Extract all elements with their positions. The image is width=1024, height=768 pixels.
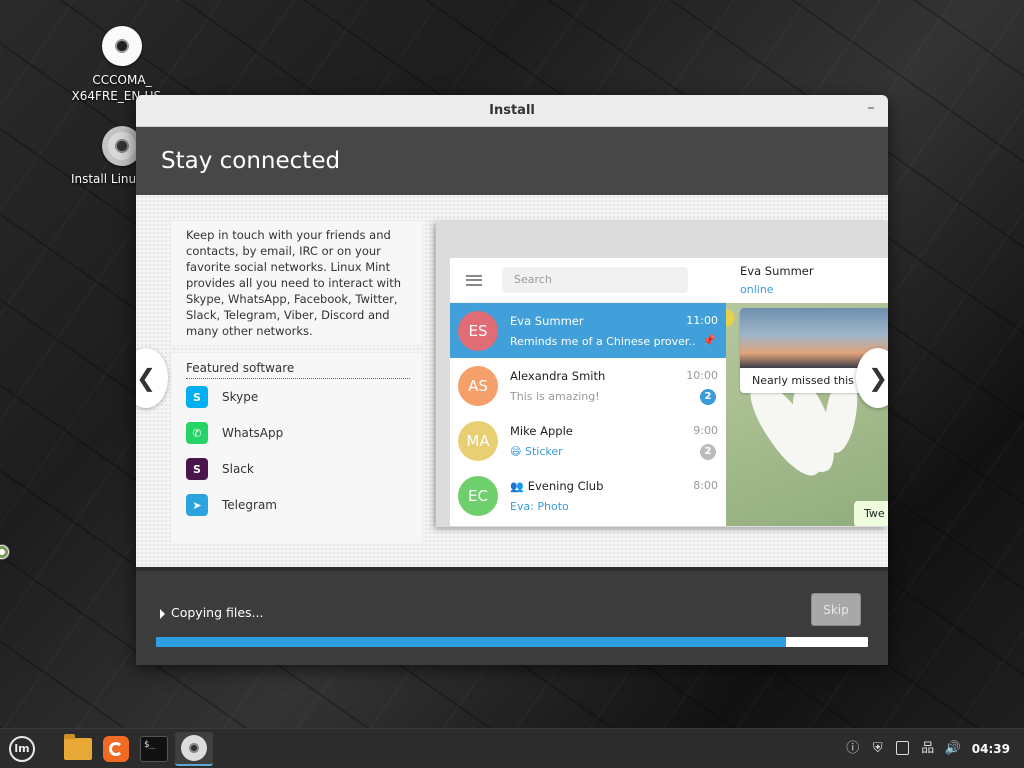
chat-time: 8:00 (693, 479, 718, 492)
progress-bar (156, 637, 868, 647)
avatar: EC (458, 475, 498, 516)
files-launcher[interactable] (61, 732, 95, 766)
unread-badge: 2 (700, 444, 716, 460)
avatar: AS (458, 365, 498, 406)
info-icon[interactable]: ⓘ (845, 741, 861, 757)
featured-software: Featured software S Skype ✆ WhatsApp S S… (172, 353, 422, 543)
slack-icon: S (186, 458, 208, 480)
chat-name: Eva Summer (510, 314, 584, 328)
minimize-button[interactable]: – (864, 101, 878, 115)
desktop-icon-cccoma[interactable]: CCCOMA_ X64FRE_EN-US... (67, 26, 177, 104)
installer-task-button[interactable] (175, 731, 213, 766)
network-icon[interactable]: 品 (920, 741, 936, 757)
chat-message: 😄 Sticker (510, 445, 563, 458)
window-title: Install (489, 103, 535, 118)
skype-icon: S (186, 386, 208, 408)
chat-message: Eva: Photo (510, 500, 569, 513)
featured-app-whatsapp: ✆ WhatsApp (186, 415, 408, 451)
telegram-search-row: Search (450, 258, 726, 303)
progress-fill (156, 637, 787, 647)
pin-icon: 📌 (702, 334, 716, 347)
terminal-icon: $_ (140, 735, 168, 762)
chat-time: 10:00 (686, 369, 718, 382)
installer-footer: Copying files... Skip (136, 567, 888, 665)
app-label: Slack (222, 462, 254, 476)
firefox-icon (103, 735, 129, 762)
chat-message: This is amazing! (510, 390, 600, 403)
message-bubble: Twe (854, 501, 888, 526)
app-label: WhatsApp (222, 426, 284, 440)
update-manager-icon[interactable] (895, 741, 911, 757)
chat-time: 9:00 (693, 424, 718, 437)
chat-name: 👥 Evening Club (510, 479, 603, 493)
featured-title: Featured software (186, 361, 410, 379)
list-item: EC 👥 Evening Club 8:00 Eva: Photo (450, 468, 726, 523)
slide-header: Stay connected (136, 127, 888, 195)
install-status[interactable]: Copying files... (160, 605, 263, 620)
chat-name-text: Evening Club (527, 479, 604, 493)
telegram-titlebar (436, 221, 888, 258)
list-item: ES Eva Summer 11:00 Reminds me of a Chin… (450, 303, 726, 358)
conversation-wallpaper: Nearly missed this sunrise Twe (726, 303, 888, 526)
linux-mint-icon: lm (9, 735, 35, 762)
taskbar: lm $_ ⓘ ⛨ 品 🔊 04:39 (0, 728, 1024, 768)
shield-icon[interactable]: ⛨ (870, 741, 886, 757)
expand-triangle-icon (160, 608, 165, 619)
featured-app-slack: S Slack (186, 451, 408, 487)
featured-app-skype: S Skype (186, 379, 408, 415)
firefox-launcher[interactable] (99, 732, 133, 766)
app-label: Skype (222, 390, 259, 404)
unread-badge: 2 (700, 389, 716, 405)
titlebar[interactable]: Install – (136, 95, 888, 127)
slideshow-panel: Keep in touch with your friends and cont… (136, 195, 888, 567)
chat-message: Reminds me of a Chinese prover... (510, 335, 696, 348)
avatar: MA (458, 420, 498, 461)
disc-icon (181, 734, 207, 761)
menu-icon (466, 274, 482, 286)
telegram-search-field: Search (502, 267, 688, 293)
conversation-header: Eva Summer online (726, 258, 888, 303)
featured-app-telegram: ➤ Telegram (186, 487, 408, 523)
status-text: Copying files... (171, 605, 264, 620)
install-window: Install – Stay connected Keep in touch w… (136, 95, 888, 665)
system-tray: ⓘ ⛨ 品 🔊 04:39 (845, 729, 1024, 768)
whatsapp-icon: ✆ (186, 422, 208, 444)
volume-icon[interactable]: 🔊 (945, 741, 961, 757)
slide-description: Keep in touch with your friends and cont… (172, 221, 422, 345)
menu-button[interactable]: lm (5, 732, 39, 766)
previous-slide-button[interactable]: ❮ (136, 348, 168, 408)
folder-icon (64, 733, 92, 760)
conversation-status: online (740, 283, 774, 296)
conversation-name: Eva Summer (740, 264, 814, 278)
chat-name: Alexandra Smith (510, 369, 606, 383)
telegram-chat-list: Search ES Eva Summer 11:00 Reminds me of… (450, 258, 726, 526)
group-icon: 👥 (510, 480, 524, 493)
app-label: Telegram (222, 498, 277, 512)
terminal-launcher[interactable]: $_ (137, 732, 171, 766)
page-title: Stay connected (161, 148, 341, 174)
telegram-screenshot: Search ES Eva Summer 11:00 Reminds me of… (436, 221, 888, 527)
list-item: AS Alexandra Smith 10:00 This is amazing… (450, 358, 726, 413)
flower-decoration (726, 303, 740, 333)
chat-name: Mike Apple (510, 424, 573, 438)
chat-time: 11:00 (686, 314, 718, 327)
telegram-icon: ➤ (186, 494, 208, 516)
clock[interactable]: 04:39 (972, 742, 1010, 756)
skip-button[interactable]: Skip (811, 593, 861, 626)
avatar: ES (458, 310, 498, 351)
list-item: MA Mike Apple 9:00 😄 Sticker 2 (450, 413, 726, 468)
disc-icon (102, 26, 142, 66)
